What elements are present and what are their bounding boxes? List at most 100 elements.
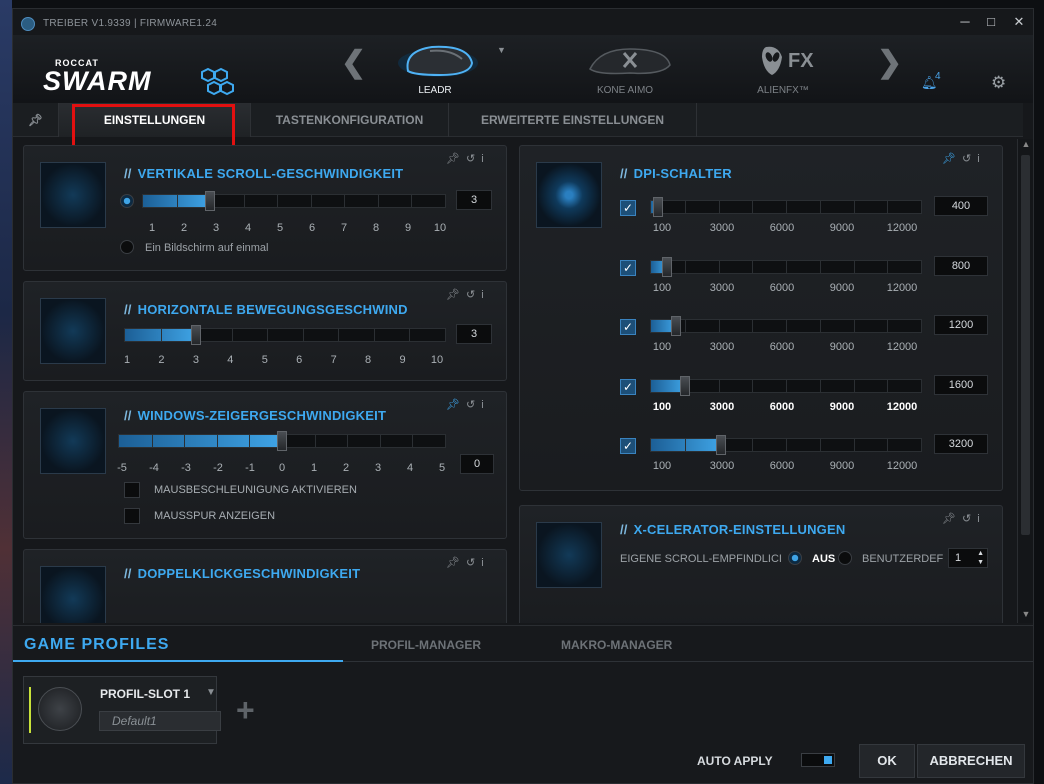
device-prev-arrow[interactable]: ❮ [341,48,366,79]
maximize-button[interactable]: □ [979,11,1003,33]
tab-erweiterte-einstellungen[interactable]: ERWEITERTE EINSTELLUNGEN [449,103,697,137]
chevron-down-icon[interactable]: ▼ [206,687,216,698]
scale-label: 100 [652,281,672,294]
tab-tastenkonfiguration[interactable]: TASTENKONFIGURATION [251,103,449,137]
dpi-slider[interactable] [650,197,922,217]
one-screen-radio[interactable] [120,240,134,254]
ok-button[interactable]: OK [859,744,915,778]
slider-knob[interactable] [191,325,202,345]
slider-knob[interactable] [716,435,727,455]
content-scrollbar[interactable]: ▲ ▼ [1017,139,1033,623]
reset-icon[interactable]: ↺ [962,513,977,525]
tab-einstellungen[interactable]: EINSTELLUNGEN [59,103,251,137]
gear-icon[interactable]: ⚙ [991,73,1006,93]
scale-label: 10 [430,354,444,366]
horizontal-speed-scale: 1 2 3 4 5 6 7 8 9 10 [124,354,443,368]
slider-tick [887,260,889,273]
pin-icon[interactable]: 📌︎ [446,153,466,165]
info-icon[interactable]: i [481,557,489,569]
pin-icon[interactable]: 📌︎ [446,399,466,411]
info-icon[interactable]: i [481,289,489,301]
profile-slot[interactable]: PROFIL-SLOT 1 ▼ Default1 [23,676,221,744]
info-icon[interactable]: i [481,153,489,165]
mouse-acceleration-checkbox[interactable] [124,482,140,498]
reset-icon[interactable]: ↺ [466,399,481,411]
dpi-value[interactable]: 800 [934,255,988,276]
vertical-scroll-value[interactable]: 3 [456,190,492,210]
reset-icon[interactable]: ↺ [962,153,977,165]
pin-tab[interactable]: 📌︎ [13,103,59,137]
info-icon[interactable]: i [977,513,985,525]
slider-tick [887,379,889,392]
reset-icon[interactable]: ↺ [466,289,481,301]
tab-profil-manager[interactable]: PROFIL-MANAGER [371,638,481,652]
dpi-slider[interactable] [650,256,922,277]
device-kone-aimo[interactable]: KONE AIMO [565,43,685,99]
horizontal-speed-value[interactable]: 3 [456,324,492,344]
stepper-arrows-icon[interactable]: ▲ ▼ [977,549,984,567]
scale-label: 6000 [769,281,795,294]
scroll-speed-radio[interactable] [120,194,134,208]
add-profile-icon[interactable]: + [236,692,255,729]
dpi-value[interactable]: 3200 [934,434,988,454]
device-alienfx[interactable]: FX ALIENFX™ [723,43,843,99]
pointer-speed-scale: -5 -4 -3 -2 -1 0 1 2 3 4 5 [117,462,445,476]
horizontal-speed-slider[interactable] [124,325,446,345]
reset-icon[interactable]: ↺ [466,557,481,569]
minimize-button[interactable]: ─ [953,11,977,33]
device-leadr[interactable]: LEADR [375,43,495,99]
slider-knob[interactable] [277,431,287,451]
scale-label: 9000 [829,281,855,294]
vertical-scroll-slider[interactable] [142,191,446,211]
scroll-up-icon[interactable]: ▲ [1018,139,1033,153]
close-button[interactable]: ✕ [1007,11,1031,33]
reset-icon[interactable]: ↺ [466,153,481,165]
pointer-speed-value[interactable]: 0 [460,454,494,474]
slider-knob[interactable] [661,256,672,277]
dpi-enable-checkbox[interactable]: ✓ [620,200,636,216]
device-next-arrow[interactable]: ❯ [877,48,902,79]
pointer-speed-slider[interactable] [118,431,446,451]
scroll-thumb[interactable] [1021,155,1030,535]
panel-icons: 📌︎↺i [446,398,490,411]
info-icon[interactable]: i [481,399,489,411]
scale-label: 9 [404,222,412,234]
pin-icon[interactable]: 📌︎ [446,557,466,569]
scroll-down-icon[interactable]: ▼ [1018,609,1033,623]
slider-knob[interactable] [670,316,681,336]
slider-tick [409,329,411,341]
pin-icon[interactable]: 📌︎ [942,513,962,525]
device-dropdown-caret-icon[interactable]: ▼ [497,45,506,55]
profile-name-field[interactable]: Default1 [99,711,221,731]
notification-count: 4 [935,71,941,82]
dpi-slider[interactable] [650,316,922,336]
pin-icon[interactable]: 📌︎ [446,289,466,301]
slider-knob[interactable] [652,197,663,217]
dpi-enable-checkbox[interactable]: ✓ [620,259,636,276]
mouse-trail-checkbox[interactable] [124,508,140,524]
xcelerator-off-radio[interactable] [788,551,802,565]
dpi-enable-checkbox[interactable]: ✓ [620,438,636,454]
scale-label: -2 [213,462,223,474]
slider-tick [267,329,269,341]
dpi-slider[interactable] [650,375,922,396]
cancel-button[interactable]: ABBRECHEN [917,744,1025,778]
tab-makro-manager[interactable]: MAKRO-MANAGER [561,638,672,652]
panel-icons: 📌︎↺i [446,152,490,165]
auto-apply-toggle[interactable] [801,753,835,767]
dpi-value[interactable]: 1200 [934,315,988,335]
info-icon[interactable]: i [977,153,985,165]
xcelerator-stepper[interactable]: 1 ▲ ▼ [948,548,988,568]
slider-knob[interactable] [205,191,216,211]
xcelerator-custom-radio[interactable] [838,551,852,565]
slider-knob[interactable] [680,375,691,396]
panel-icons: 📌︎↺i [446,288,490,301]
dpi-value[interactable]: 1600 [934,374,988,395]
dpi-enable-checkbox[interactable]: ✓ [620,378,636,395]
dpi-slider[interactable] [650,435,922,455]
pin-icon[interactable]: 📌︎ [942,153,962,165]
dpi-enable-checkbox[interactable]: ✓ [620,319,636,335]
game-profiles-area: GAME PROFILES PROFIL-MANAGER MAKRO-MANAG… [13,625,1033,783]
dpi-value[interactable]: 400 [934,196,988,216]
pin-icon: 📌︎ [27,113,44,127]
